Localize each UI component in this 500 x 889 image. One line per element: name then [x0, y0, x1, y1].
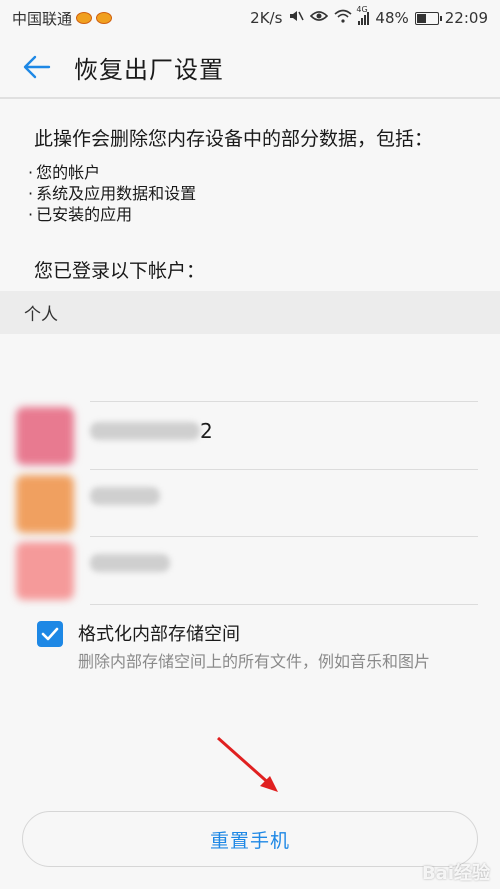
- network-speed: 2K/s: [250, 9, 283, 27]
- list-item: 您的帐户: [28, 162, 196, 183]
- list-item: 已安装的应用: [28, 204, 196, 225]
- clock: 22:09: [444, 9, 488, 27]
- header-divider: [0, 97, 500, 99]
- warning-text: 此操作会删除您内存设备中的部分数据，包括：: [34, 128, 434, 150]
- weibo-notification-icon-2: [96, 12, 113, 24]
- page-title: 恢复出厂设置: [74, 55, 224, 84]
- account-avatar: [16, 542, 74, 600]
- signal-icon: 4G: [356, 5, 370, 25]
- network-type: 4G: [356, 5, 368, 14]
- back-arrow-icon: [23, 55, 51, 79]
- watermark: Bai经验: [421, 863, 490, 884]
- weibo-notification-icon: [76, 12, 93, 24]
- status-bar-left: 中国联通: [0, 8, 113, 29]
- list-item: 系统及应用数据和设置: [28, 183, 196, 204]
- section-label: 个人: [24, 305, 58, 325]
- section-header-personal: 个人: [0, 291, 500, 334]
- battery-icon: [414, 11, 442, 25]
- account-row: [0, 469, 500, 536]
- account-name: [90, 487, 160, 505]
- format-storage-description: 删除内部存储空间上的所有文件，例如音乐和图片: [78, 652, 431, 671]
- format-storage-title: 格式化内部存储空间: [78, 624, 240, 645]
- reset-phone-button[interactable]: 重置手机: [22, 811, 478, 867]
- account-avatar: [16, 407, 74, 465]
- data-list: 您的帐户 系统及应用数据和设置 已安装的应用: [28, 162, 196, 225]
- eye-comfort-icon: [310, 9, 329, 27]
- account-avatar: [16, 475, 74, 533]
- mute-icon: [288, 8, 305, 28]
- account-name: [90, 554, 170, 572]
- status-bar-right: 2K/s 4G 48% 22:09: [250, 5, 500, 28]
- account-row: [0, 536, 500, 603]
- redacted-text: [90, 554, 170, 572]
- annotation-arrow-icon: [217, 736, 278, 792]
- account-name: 2: [90, 419, 213, 443]
- logged-in-accounts-heading: 您已登录以下帐户：: [34, 260, 206, 282]
- account-list: 2: [0, 334, 500, 605]
- format-storage-checkbox[interactable]: [37, 621, 63, 647]
- back-button[interactable]: [0, 36, 74, 98]
- check-icon: [41, 627, 59, 641]
- carrier-name: 中国联通: [12, 9, 73, 28]
- row-divider: [90, 536, 478, 537]
- row-divider: [90, 401, 478, 402]
- status-bar: 中国联通 2K/s 4G 48% 22:09: [0, 0, 500, 36]
- battery-percent: 48%: [375, 9, 409, 27]
- app-bar: 恢复出厂设置: [0, 36, 500, 98]
- redacted-text: [90, 422, 200, 440]
- row-divider: [90, 469, 478, 470]
- wifi-icon: [334, 9, 352, 27]
- account-name-suffix: 2: [200, 419, 213, 443]
- account-row: 2: [0, 401, 500, 468]
- redacted-text: [90, 487, 160, 505]
- format-storage-option[interactable]: 格式化内部存储空间 删除内部存储空间上的所有文件，例如音乐和图片: [0, 605, 500, 705]
